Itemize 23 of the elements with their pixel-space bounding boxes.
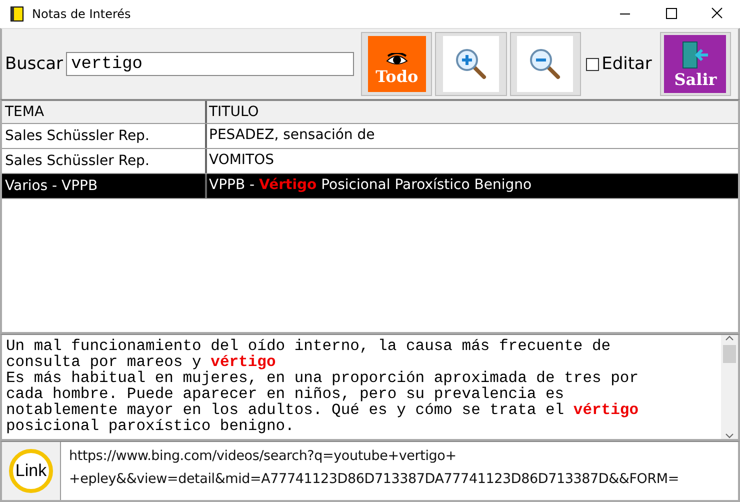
url-text: https://www.bing.com/videos/search?q=youtube+vertigo+ +epley&&view=detail&mid=A77741123D86D713387DA77741123D86D713387D&&FORM= xyxy=(60,442,738,500)
scroll-down-icon[interactable] xyxy=(725,432,734,439)
window-title: Notas de Interés xyxy=(32,7,132,21)
search-field[interactable]: vertigo xyxy=(66,52,354,76)
table-row[interactable]: Sales Schüssler Rep. PESADEZ, sensación de xyxy=(2,124,738,149)
column-header[interactable]: TITULO xyxy=(207,101,738,123)
note-text: Un mal funcionamiento del oído interno, la causa más frecuente de consulta por mareos y vértigo Es más habitual en mujeres, en una proporción aproximada de tres por cada hombre. Puede aparecer en niños, pero su prevalencia es notablemente mayor en los adultos. Qué es y cómo se trata el vértigo posicional paroxístico benigno. xyxy=(5,336,640,437)
zoom-in-button[interactable] xyxy=(435,32,507,96)
table-row[interactable]: Varios - VPPB VPPB - Vértigo Posicional Paroxístico Benigno xyxy=(2,174,738,199)
notebook-icon xyxy=(10,6,24,22)
column-header[interactable]: TEMA xyxy=(2,101,207,123)
edit-checkbox[interactable] xyxy=(586,58,599,70)
zoom-out-icon xyxy=(528,47,562,81)
search-label: Buscar xyxy=(5,54,64,74)
scroll-up-icon[interactable] xyxy=(725,335,734,342)
zoom-out-button[interactable] xyxy=(510,32,581,96)
zoom-in-icon xyxy=(454,47,488,81)
edit-label: Editar xyxy=(602,54,652,74)
scroll-thumb[interactable] xyxy=(723,345,736,363)
exit-button[interactable]: Salir xyxy=(664,35,726,93)
scrollbar[interactable] xyxy=(721,335,738,439)
eye-icon xyxy=(386,53,408,67)
door-exit-icon xyxy=(680,40,710,70)
